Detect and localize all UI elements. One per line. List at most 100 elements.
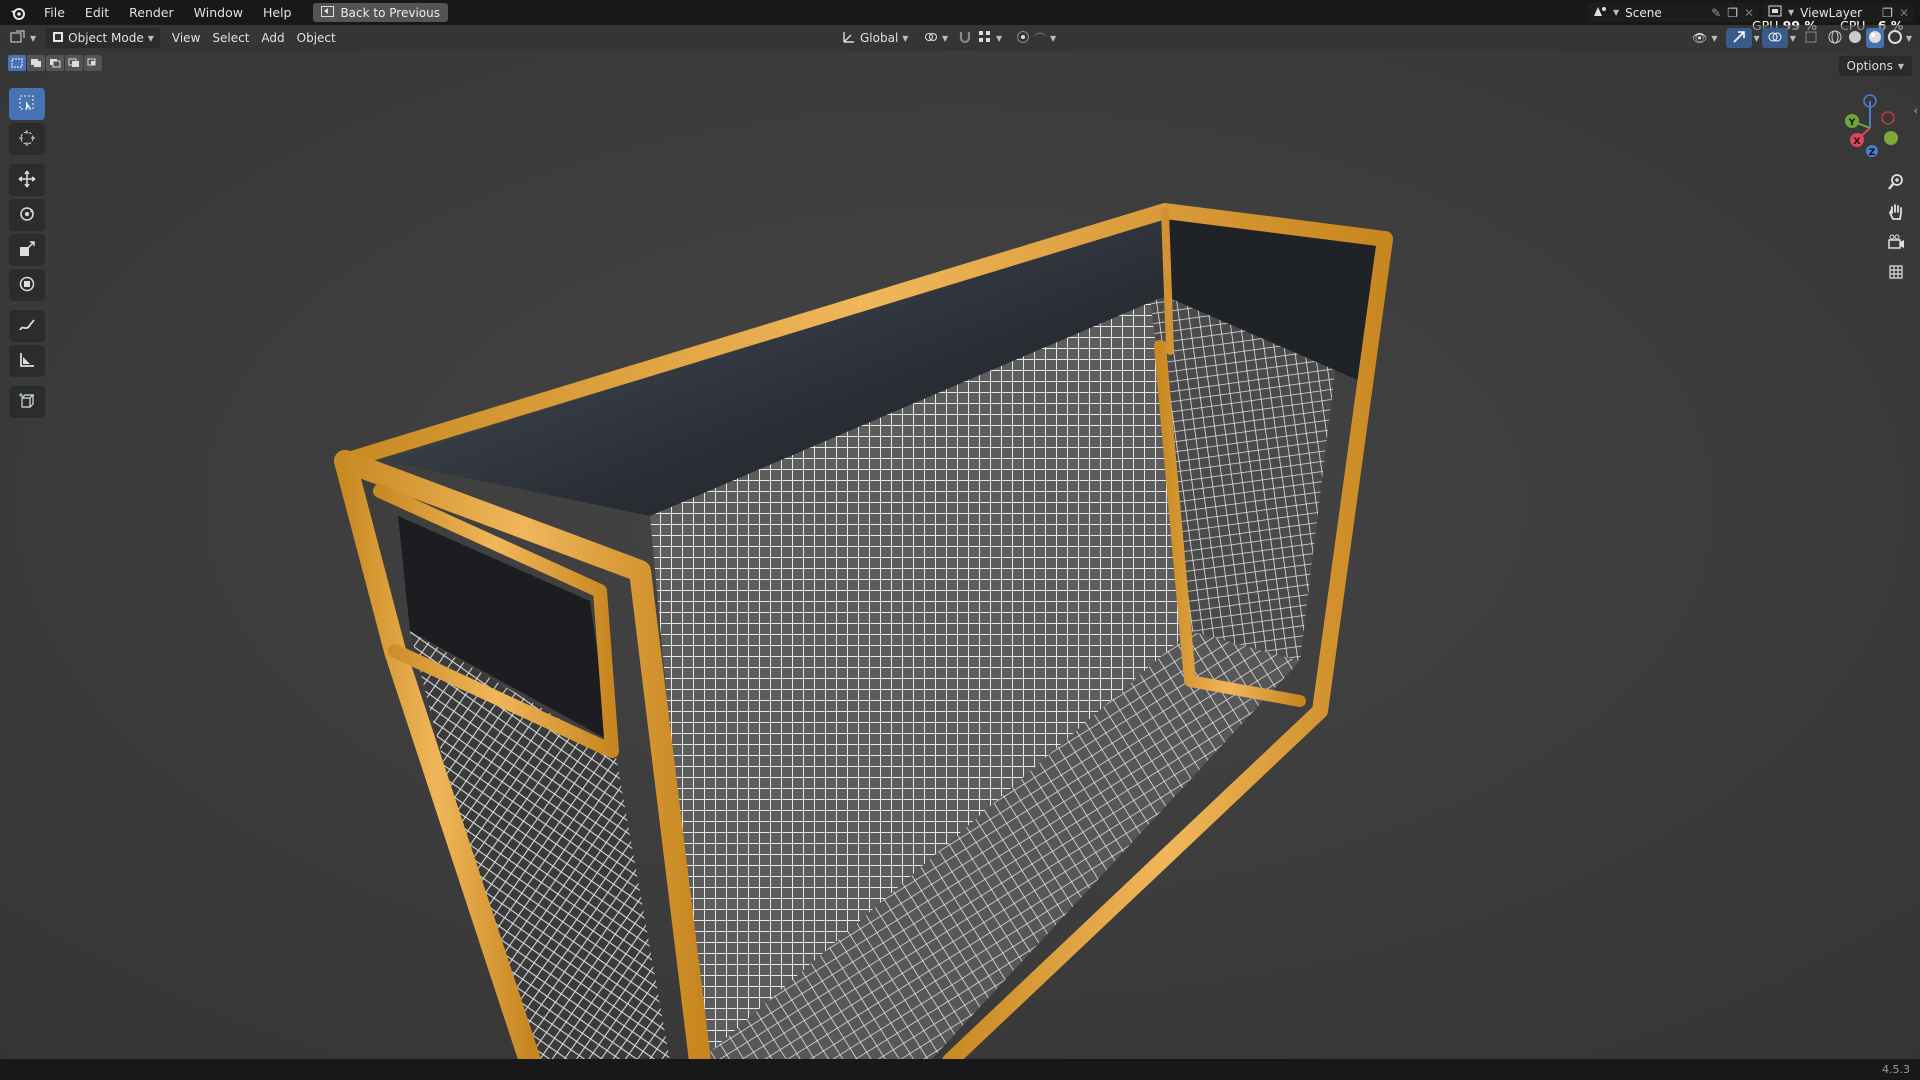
snap-target-dropdown[interactable]: ▼ (972, 28, 1008, 48)
editor-type-button[interactable]: ▼ (4, 28, 42, 48)
top-menu-bar: File Edit Render Window Help Back to Pre… (0, 0, 1920, 33)
screen-back-icon (321, 5, 335, 20)
transform-orientation-dropdown[interactable]: Global ▼ (836, 28, 914, 48)
back-to-previous-label: Back to Previous (340, 5, 440, 20)
chevron-down-icon[interactable]: ▼ (1754, 34, 1760, 43)
menu-render[interactable]: Render (119, 0, 184, 25)
rotate-tool[interactable] (9, 199, 45, 231)
visibility-dropdown[interactable]: 👁 ▼ (1686, 28, 1723, 48)
camera-icon (1887, 233, 1905, 254)
options-label: Options (1846, 59, 1893, 73)
annotate-tool[interactable] (9, 310, 45, 342)
solid-sphere-icon (1848, 30, 1862, 47)
select-box-tool[interactable] (9, 88, 45, 120)
gizmo-neg-y[interactable] (1884, 131, 1898, 145)
menu-help[interactable]: Help (253, 0, 302, 25)
scale-tool[interactable] (9, 234, 45, 266)
chevron-down-icon: ▼ (942, 33, 949, 43)
selection-mode-group (8, 55, 102, 71)
menu-edit[interactable]: Edit (75, 0, 119, 25)
viewport-editor-icon (10, 30, 26, 47)
select-invert-icon[interactable] (65, 55, 83, 71)
overlays-toggle[interactable] (1761, 28, 1788, 48)
options-dropdown[interactable]: Options ▼ (1838, 56, 1912, 76)
select-subtract-icon[interactable] (46, 55, 64, 71)
gizmo-x-label: X (1854, 137, 1861, 147)
xray-toggle[interactable] (1798, 28, 1824, 48)
toggle-ortho-button[interactable] (1882, 260, 1910, 286)
add-cube-icon (18, 392, 36, 413)
camera-view-button[interactable] (1882, 230, 1910, 256)
menu-select[interactable]: Select (206, 28, 255, 48)
gizmo-icon (1732, 30, 1746, 47)
chevron-down-icon: ▼ (902, 33, 909, 43)
select-extend-icon[interactable] (27, 55, 45, 71)
pan-button[interactable] (1882, 200, 1910, 226)
select-new-icon[interactable] (8, 55, 26, 71)
move-tool[interactable] (9, 164, 45, 196)
menu-view[interactable]: View (166, 28, 206, 48)
cursor-icon (18, 129, 36, 150)
chevron-down-icon[interactable]: ▼ (1790, 34, 1796, 43)
proportional-edit-icon (1016, 30, 1030, 47)
scene-icon (1593, 5, 1607, 20)
menu-file[interactable]: File (34, 0, 75, 25)
tool-shelf (8, 88, 46, 421)
move-icon (18, 170, 36, 191)
proportional-editing-toggle[interactable]: ⌒ ▼ (1010, 28, 1062, 48)
viewport-3d[interactable] (0, 51, 1920, 1059)
menu-add[interactable]: Add (255, 28, 290, 48)
select-intersect-icon[interactable] (84, 55, 102, 71)
snap-grid-icon (978, 30, 992, 47)
add-cube-tool[interactable] (9, 386, 45, 418)
material-sphere-icon (1868, 30, 1882, 47)
mode-dropdown[interactable]: Object Mode ▼ (46, 28, 160, 48)
select-box-icon (18, 94, 36, 115)
zoom-icon (1887, 173, 1905, 194)
transform-icon (18, 275, 36, 296)
gizmo-pos-x-ring[interactable] (1881, 111, 1895, 125)
eye-icon: 👁 (1692, 31, 1708, 45)
cursor-tool[interactable] (9, 123, 45, 155)
pivot-point-dropdown[interactable]: ▼ (918, 28, 954, 48)
wireframe-sphere-icon (1828, 30, 1842, 47)
navigation-gizmo[interactable]: Y X Z (1830, 88, 1910, 168)
scene-name-field[interactable]: Scene (1625, 6, 1705, 20)
orientation-label: Global (860, 31, 899, 45)
shading-rendered[interactable] (1886, 28, 1904, 48)
chevron-down-icon: ▼ (147, 33, 154, 43)
overlays-icon (1768, 30, 1782, 47)
annotate-icon (18, 316, 36, 337)
back-to-previous-button[interactable]: Back to Previous (313, 3, 448, 22)
pin-icon[interactable]: ✎ (1711, 6, 1721, 20)
chevron-down-icon: ▼ (1612, 8, 1620, 17)
measure-tool[interactable] (9, 345, 45, 377)
rotate-icon (18, 205, 36, 226)
pivot-icon (924, 30, 938, 47)
gizmo-toggle[interactable] (1725, 28, 1752, 48)
transform-tool[interactable] (9, 269, 45, 301)
status-bar: 4.5.3 (0, 1059, 1920, 1080)
shading-material[interactable] (1865, 28, 1884, 48)
chevron-down-icon: ▼ (996, 33, 1003, 43)
chevron-down-icon[interactable]: ▼ (1906, 34, 1912, 43)
gizmo-y-label: Y (1848, 118, 1856, 128)
viewport-header: ▼ Object Mode ▼ View Select Add Object G… (0, 25, 1920, 51)
falloff-curve-icon[interactable]: ⌒ (1034, 30, 1046, 47)
zoom-button[interactable] (1882, 170, 1910, 196)
sidebar-toggle-arrow-icon[interactable]: ‹ (1914, 104, 1918, 117)
menu-window[interactable]: Window (184, 0, 253, 25)
mode-label: Object Mode (68, 31, 144, 45)
menu-object[interactable]: Object (291, 28, 342, 48)
new-scene-icon[interactable]: ❐ (1727, 6, 1738, 20)
rendered-sphere-icon (1887, 29, 1902, 47)
blender-logo-icon[interactable] (8, 3, 28, 23)
chevron-down-icon: ▼ (1897, 61, 1904, 71)
grid-view-icon (1887, 263, 1905, 284)
chevron-down-icon: ▼ (1711, 33, 1718, 43)
chevron-down-icon: ▼ (30, 33, 37, 43)
scene-selector[interactable]: ▼ Scene ✎ ❐ ✕ (1587, 3, 1760, 22)
shading-solid[interactable] (1846, 28, 1864, 48)
magnet-icon (958, 30, 972, 47)
shading-wireframe[interactable] (1826, 28, 1844, 48)
